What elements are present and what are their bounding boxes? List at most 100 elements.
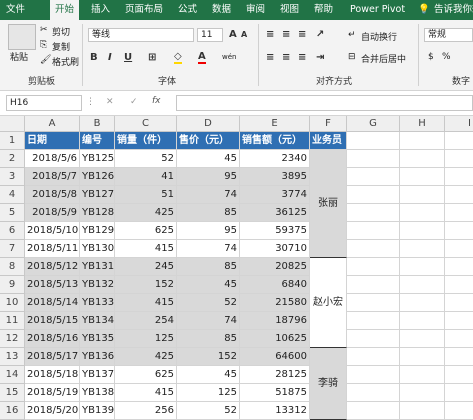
table-cell[interactable]: 245 <box>115 258 177 276</box>
table-cell[interactable]: 2018/5/7 <box>25 168 80 186</box>
phonetic-button[interactable]: wén <box>222 53 236 61</box>
empty-cell[interactable] <box>400 402 445 420</box>
table-header-cell[interactable]: 售价（元） <box>177 132 240 150</box>
table-cell[interactable]: 30710 <box>240 240 310 258</box>
table-cell[interactable]: 18796 <box>240 312 310 330</box>
column-header-e[interactable]: E <box>240 116 310 132</box>
empty-cell[interactable] <box>400 276 445 294</box>
empty-cell[interactable] <box>445 348 473 366</box>
row-header[interactable]: 14 <box>0 366 25 384</box>
column-header-i[interactable]: I <box>445 116 473 132</box>
table-cell[interactable]: 2018/5/8 <box>25 186 80 204</box>
tab-page-layout[interactable]: 页面布局 <box>125 0 163 20</box>
table-cell[interactable]: YB127 <box>80 186 115 204</box>
table-cell[interactable]: 2018/5/19 <box>25 384 80 402</box>
column-header-d[interactable]: D <box>177 116 240 132</box>
row-header[interactable]: 5 <box>0 204 25 222</box>
empty-cell[interactable] <box>445 186 473 204</box>
empty-cell[interactable] <box>347 186 400 204</box>
table-cell[interactable]: 415 <box>115 294 177 312</box>
tab-home[interactable]: 开始 <box>50 0 80 20</box>
table-cell[interactable]: 152 <box>115 276 177 294</box>
empty-cell[interactable] <box>445 168 473 186</box>
formula-input[interactable] <box>176 95 473 111</box>
table-cell[interactable]: 52 <box>177 294 240 312</box>
font-size-select[interactable]: 11 <box>197 28 223 42</box>
wrap-text-button[interactable]: 自动换行 <box>361 30 397 43</box>
empty-cell[interactable] <box>400 240 445 258</box>
align-bottom-icon[interactable]: ≡ <box>298 29 306 40</box>
column-header-b[interactable]: B <box>80 116 115 132</box>
cut-button[interactable]: 剪切 <box>52 25 70 38</box>
column-header-c[interactable]: C <box>115 116 177 132</box>
column-header-a[interactable]: A <box>25 116 80 132</box>
table-header-cell[interactable]: 业务员 <box>310 132 347 150</box>
table-cell[interactable]: 625 <box>115 222 177 240</box>
empty-cell[interactable] <box>445 204 473 222</box>
empty-cell[interactable] <box>445 366 473 384</box>
table-cell[interactable]: 45 <box>177 366 240 384</box>
tab-help[interactable]: 帮助 <box>314 0 333 20</box>
empty-cell[interactable] <box>400 366 445 384</box>
decrease-font-icon[interactable]: A <box>241 30 247 39</box>
empty-cell[interactable] <box>347 402 400 420</box>
table-cell[interactable]: YB135 <box>80 330 115 348</box>
salesperson-merged-cell[interactable]: 赵小宏 <box>310 258 347 348</box>
column-header-f[interactable]: F <box>310 116 347 132</box>
empty-cell[interactable] <box>400 132 445 150</box>
increase-font-icon[interactable]: A <box>229 29 237 40</box>
table-header-cell[interactable]: 编号 <box>80 132 115 150</box>
row-header[interactable]: 2 <box>0 150 25 168</box>
salesperson-merged-cell[interactable]: 李骑 <box>310 348 347 420</box>
borders-icon[interactable]: ⊞ <box>148 52 156 63</box>
paste-button[interactable]: 粘贴 <box>10 50 28 63</box>
indent-icon[interactable]: ⇥ <box>316 52 324 63</box>
percent-icon[interactable]: % <box>442 52 451 62</box>
empty-cell[interactable] <box>400 330 445 348</box>
empty-cell[interactable] <box>400 168 445 186</box>
tab-review[interactable]: 审阅 <box>246 0 265 20</box>
empty-cell[interactable] <box>445 294 473 312</box>
empty-cell[interactable] <box>400 222 445 240</box>
table-cell[interactable]: 85 <box>177 258 240 276</box>
table-cell[interactable]: 2018/5/14 <box>25 294 80 312</box>
table-cell[interactable]: 64600 <box>240 348 310 366</box>
row-header[interactable]: 11 <box>0 312 25 330</box>
table-cell[interactable]: 2018/5/12 <box>25 258 80 276</box>
table-cell[interactable]: 2018/5/13 <box>25 276 80 294</box>
row-header[interactable]: 3 <box>0 168 25 186</box>
table-cell[interactable]: 51875 <box>240 384 310 402</box>
row-header[interactable]: 4 <box>0 186 25 204</box>
align-middle-icon[interactable]: ≡ <box>282 29 290 40</box>
table-cell[interactable]: 41 <box>115 168 177 186</box>
empty-cell[interactable] <box>347 150 400 168</box>
table-cell[interactable]: 2018/5/10 <box>25 222 80 240</box>
empty-cell[interactable] <box>347 204 400 222</box>
salesperson-merged-cell[interactable]: 张丽 <box>310 150 347 258</box>
table-cell[interactable]: 74 <box>177 186 240 204</box>
row-header[interactable]: 15 <box>0 384 25 402</box>
tab-power-pivot[interactable]: Power Pivot <box>350 0 405 20</box>
table-cell[interactable]: YB138 <box>80 384 115 402</box>
table-cell[interactable]: YB137 <box>80 366 115 384</box>
table-header-cell[interactable]: 日期 <box>25 132 80 150</box>
row-header[interactable]: 9 <box>0 276 25 294</box>
font-color-icon[interactable]: A <box>198 51 206 64</box>
table-cell[interactable]: 415 <box>115 384 177 402</box>
row-header[interactable]: 12 <box>0 330 25 348</box>
table-cell[interactable]: YB132 <box>80 276 115 294</box>
empty-cell[interactable] <box>347 168 400 186</box>
table-cell[interactable]: 425 <box>115 348 177 366</box>
empty-cell[interactable] <box>445 132 473 150</box>
empty-cell[interactable] <box>347 348 400 366</box>
table-cell[interactable]: 125 <box>177 384 240 402</box>
empty-cell[interactable] <box>400 348 445 366</box>
table-cell[interactable]: 21580 <box>240 294 310 312</box>
table-cell[interactable]: 10625 <box>240 330 310 348</box>
table-cell[interactable]: 152 <box>177 348 240 366</box>
table-cell[interactable]: YB128 <box>80 204 115 222</box>
table-cell[interactable]: 2018/5/16 <box>25 330 80 348</box>
table-cell[interactable]: YB136 <box>80 348 115 366</box>
currency-icon[interactable]: $ <box>428 52 434 62</box>
empty-cell[interactable] <box>445 330 473 348</box>
